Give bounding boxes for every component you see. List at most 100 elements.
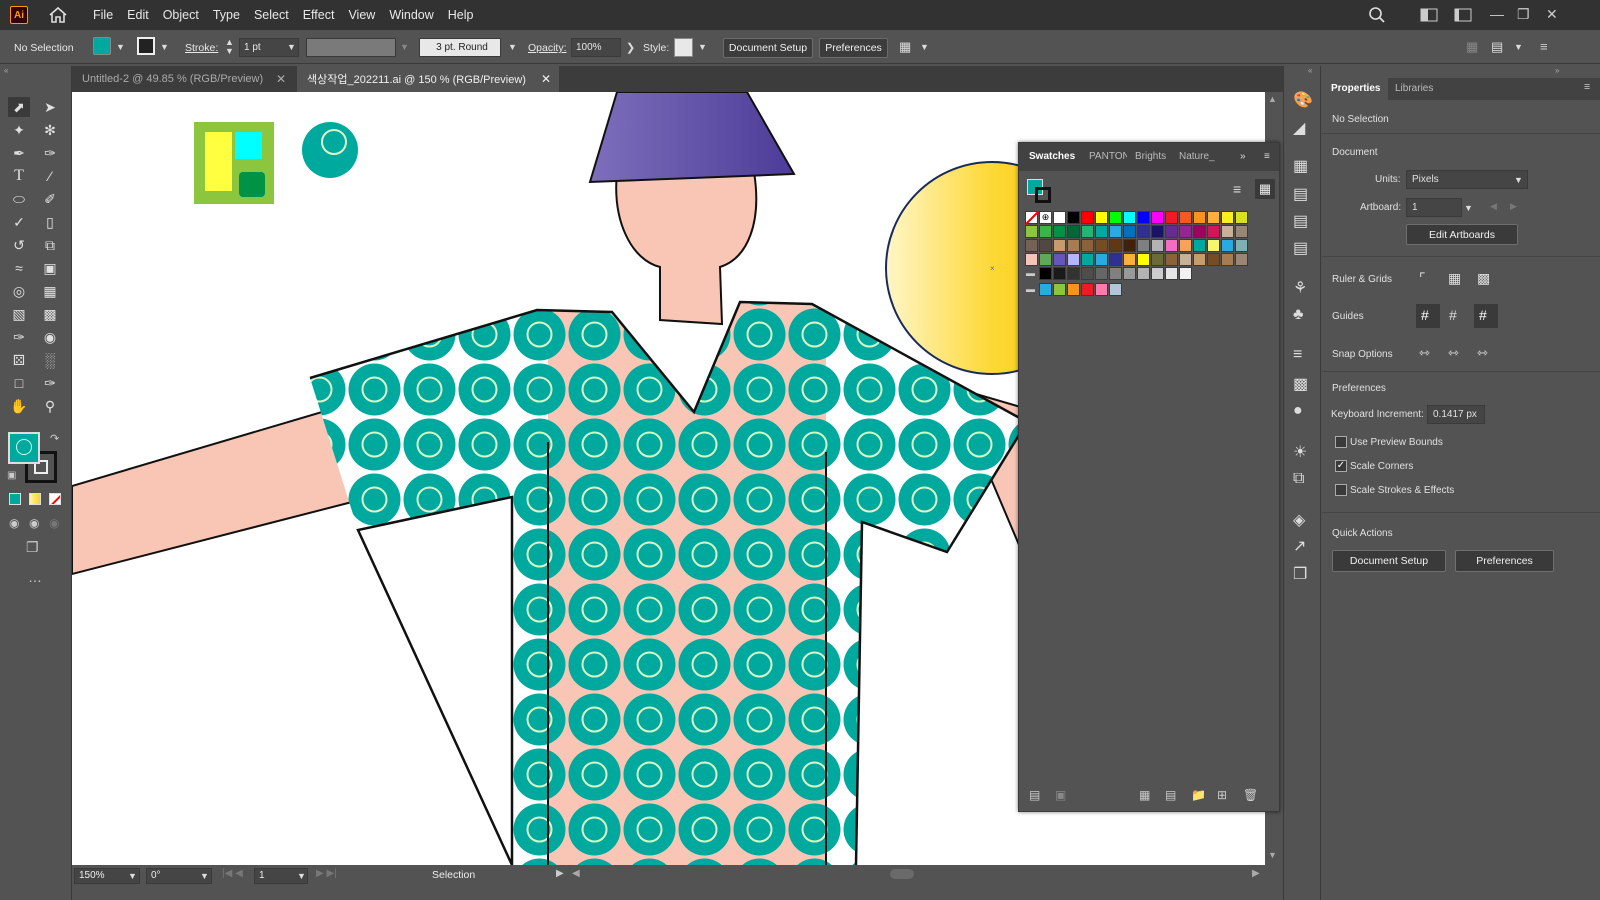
panel-menu-icon[interactable]: ≡ (1264, 151, 1270, 162)
next-artboard-icon[interactable]: ▶ (1510, 201, 1517, 212)
paintbrush-icon[interactable]: ✐ (39, 189, 61, 209)
menu-object[interactable]: Object (156, 8, 206, 22)
default-colors-icon[interactable]: ▣ (7, 470, 16, 481)
swatch[interactable] (1207, 239, 1220, 252)
tab-active-document[interactable]: 색상작업_202211.ai @ 150 % (RGB/Preview) ✕ (297, 66, 559, 92)
scale-corners-checkbox[interactable]: ✓ (1335, 460, 1347, 472)
line-tool-icon[interactable]: ⁄ (39, 166, 61, 186)
swatch[interactable] (1165, 253, 1178, 266)
gradient-tool-icon[interactable]: ▩ (39, 304, 61, 324)
menu-view[interactable]: View (341, 8, 382, 22)
swatch[interactable] (1179, 253, 1192, 266)
swatch[interactable] (1109, 225, 1122, 238)
swatch[interactable] (1179, 225, 1192, 238)
swatch[interactable] (1193, 239, 1206, 252)
brushes-icon[interactable]: ▤ (1293, 184, 1313, 204)
width-tool-icon[interactable]: ≈ (8, 258, 30, 278)
fill-color-swatch[interactable] (93, 37, 111, 55)
swatch[interactable] (1039, 253, 1052, 266)
swatch[interactable] (1053, 225, 1066, 238)
free-transform-icon[interactable]: ▣ (39, 258, 61, 278)
blend-tool-icon[interactable]: ◉ (39, 327, 61, 347)
swatch[interactable] (1109, 253, 1122, 266)
graph-tool-icon[interactable]: ░ (39, 350, 61, 370)
arrange-icon[interactable]: ▦ (899, 39, 911, 55)
graphic-styles-icon[interactable]: ▤ (1293, 238, 1313, 258)
swatch-options-icon[interactable]: ▦ (1139, 788, 1150, 802)
chevron-down-icon[interactable]: ▼ (160, 42, 169, 52)
swatch[interactable] (1137, 239, 1150, 252)
horizontal-scroll-thumb[interactable] (890, 869, 914, 879)
swatch[interactable] (1067, 253, 1080, 266)
none-mode-icon[interactable] (49, 493, 61, 505)
scale-strokes-checkbox[interactable] (1335, 484, 1347, 496)
swatch[interactable] (1207, 225, 1220, 238)
home-icon[interactable] (48, 6, 68, 24)
tab-pantone[interactable]: PANTONE (1089, 151, 1127, 162)
quick-document-setup-button[interactable]: Document Setup (1332, 550, 1446, 572)
chevron-down-icon[interactable]: ▼ (200, 871, 209, 881)
swatch[interactable] (1179, 211, 1192, 224)
tab-libraries[interactable]: Libraries (1395, 83, 1433, 94)
swatch[interactable] (1109, 211, 1122, 224)
direct-selection-tool-icon[interactable]: ➤ (39, 97, 61, 117)
swatch[interactable] (1039, 225, 1052, 238)
edit-artboards-button[interactable]: Edit Artboards (1406, 224, 1518, 245)
swatch[interactable] (1109, 239, 1122, 252)
swatch[interactable] (1053, 211, 1066, 224)
draw-normal-icon[interactable]: ◉ (9, 516, 19, 530)
menu-edit[interactable]: Edit (120, 8, 156, 22)
grid-icon[interactable]: ▦ (1448, 270, 1461, 287)
shaper-tool-icon[interactable]: ✓ (8, 212, 30, 232)
keyboard-increment-input[interactable]: 0.1417 px (1427, 405, 1485, 424)
chevron-down-icon[interactable]: ▼ (128, 871, 137, 881)
swatch[interactable] (1053, 267, 1066, 280)
menu-help[interactable]: Help (441, 8, 481, 22)
swatch[interactable] (1123, 267, 1136, 280)
menu-effect[interactable]: Effect (296, 8, 342, 22)
swatch[interactable] (1039, 239, 1052, 252)
swatch[interactable] (1024, 210, 1040, 226)
chevron-down-icon[interactable]: ▼ (400, 42, 409, 52)
smart-guides-icon[interactable]: # (1479, 307, 1487, 323)
swatch[interactable] (1137, 267, 1150, 280)
mesh-tool-icon[interactable]: ▧ (8, 304, 30, 324)
swatch[interactable] (1151, 267, 1164, 280)
restore-icon[interactable]: ❐ (1517, 6, 1530, 23)
swatch[interactable] (1123, 239, 1136, 252)
swatch[interactable] (1081, 253, 1094, 266)
swatch[interactable] (1053, 239, 1066, 252)
swatch[interactable] (1137, 225, 1150, 238)
swatch[interactable] (1095, 253, 1108, 266)
swatch[interactable] (1095, 211, 1108, 224)
rulers-icon[interactable]: ⌜ (1419, 270, 1426, 287)
swatch[interactable] (1151, 253, 1164, 266)
chevron-down-icon[interactable]: ▼ (508, 42, 517, 52)
swatch[interactable] (1081, 239, 1094, 252)
magic-wand-icon[interactable]: ✦ (8, 120, 30, 140)
swatch[interactable] (1179, 267, 1192, 280)
swatch[interactable] (1235, 211, 1248, 224)
swatch[interactable] (1151, 239, 1164, 252)
swatch[interactable] (1151, 225, 1164, 238)
align-icon[interactable]: ▦ (1466, 39, 1478, 55)
appearance-icon[interactable]: ☀ (1293, 442, 1313, 462)
draw-inside-icon[interactable]: ◉ (49, 516, 59, 530)
swatches-icon[interactable]: ▦ (1293, 156, 1313, 176)
fill-indicator[interactable] (8, 432, 40, 464)
swatch[interactable] (1165, 267, 1178, 280)
close-icon[interactable]: ✕ (1546, 6, 1558, 23)
color-group-icon[interactable]: ▤ (1165, 788, 1176, 802)
workspace-icon[interactable] (1454, 8, 1472, 22)
list-view-icon[interactable]: ≡ (1233, 181, 1241, 197)
chevron-down-icon[interactable]: ▼ (287, 42, 296, 52)
stroke-label[interactable]: Stroke: (185, 42, 218, 54)
menu-file[interactable]: File (86, 8, 120, 22)
swatch[interactable] (1081, 225, 1094, 238)
tab-untitled-2[interactable]: Untitled-2 @ 49.85 % (RGB/Preview) ✕ (72, 66, 294, 92)
menu-type[interactable]: Type (206, 8, 247, 22)
snap-to-glyph-icon[interactable]: ⇿ (1477, 345, 1488, 361)
swatch[interactable] (1151, 211, 1164, 224)
swatch[interactable] (1025, 239, 1038, 252)
scroll-up-icon[interactable]: ▲ (1268, 94, 1277, 104)
